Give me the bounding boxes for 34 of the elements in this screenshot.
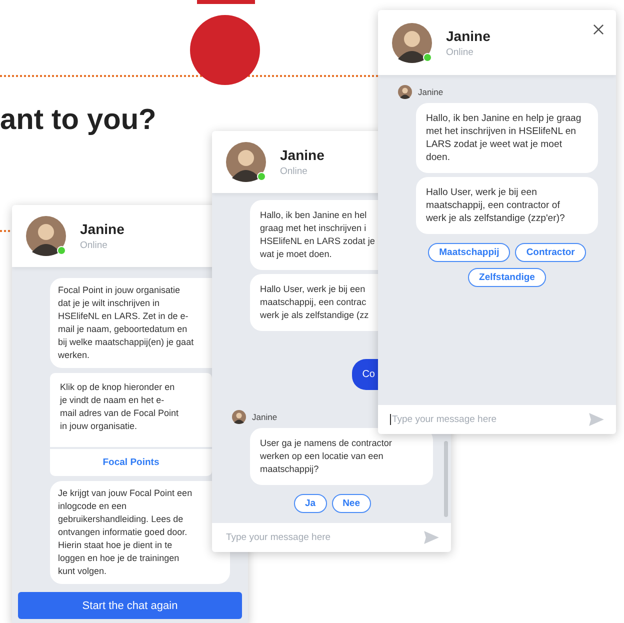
message-input[interactable]: Type your message here xyxy=(212,523,451,552)
avatar xyxy=(232,410,246,424)
choice-button[interactable]: Nee xyxy=(332,494,371,513)
close-icon xyxy=(593,24,604,35)
message-bubble: User ga je namens de contractor werken op een locatie van een maatschappij? xyxy=(250,428,433,485)
agent-status: Online xyxy=(80,240,108,251)
close-button[interactable] xyxy=(591,22,606,37)
avatar xyxy=(398,85,412,99)
avatar xyxy=(226,142,266,182)
message-bubble: Hallo User, werk je bij een maatschappij, een contractor of werk je als zelfstandige (zzp'er)? xyxy=(416,177,598,234)
send-icon[interactable] xyxy=(424,531,439,544)
agent-status: Online xyxy=(446,46,474,58)
banner-bar xyxy=(197,0,255,4)
input-placeholder: Type your message here xyxy=(390,414,497,425)
input-placeholder: Type your message here xyxy=(225,532,331,543)
sender-name: Janine xyxy=(418,87,444,97)
agent-status: Online xyxy=(280,166,308,177)
choice-button[interactable]: Zelfstandige xyxy=(468,268,546,287)
card-link-button[interactable]: Focal Points xyxy=(50,449,212,476)
avatar xyxy=(26,216,66,256)
choice-button[interactable]: Ja xyxy=(294,494,327,513)
restart-button[interactable]: Start the chat again xyxy=(18,592,242,619)
agent-name: Janine xyxy=(80,221,124,237)
send-icon[interactable] xyxy=(589,413,604,426)
agent-name: Janine xyxy=(280,147,324,163)
message-bubble: Hallo, ik ben Janine en help je graag met het inschrijven in HSElifeNL en LARS zodat je weet wat je moet doen. xyxy=(416,103,598,173)
agent-name: Janine xyxy=(446,28,490,44)
message-input[interactable]: Type your message here xyxy=(378,405,616,434)
avatar xyxy=(392,22,432,62)
page-heading: ant to you? xyxy=(0,104,156,137)
choice-button[interactable]: Maatschappij xyxy=(428,243,510,262)
sender-name: Janine xyxy=(252,412,278,422)
scrollbar[interactable] xyxy=(444,441,448,517)
choice-button[interactable]: Contractor xyxy=(515,243,586,262)
